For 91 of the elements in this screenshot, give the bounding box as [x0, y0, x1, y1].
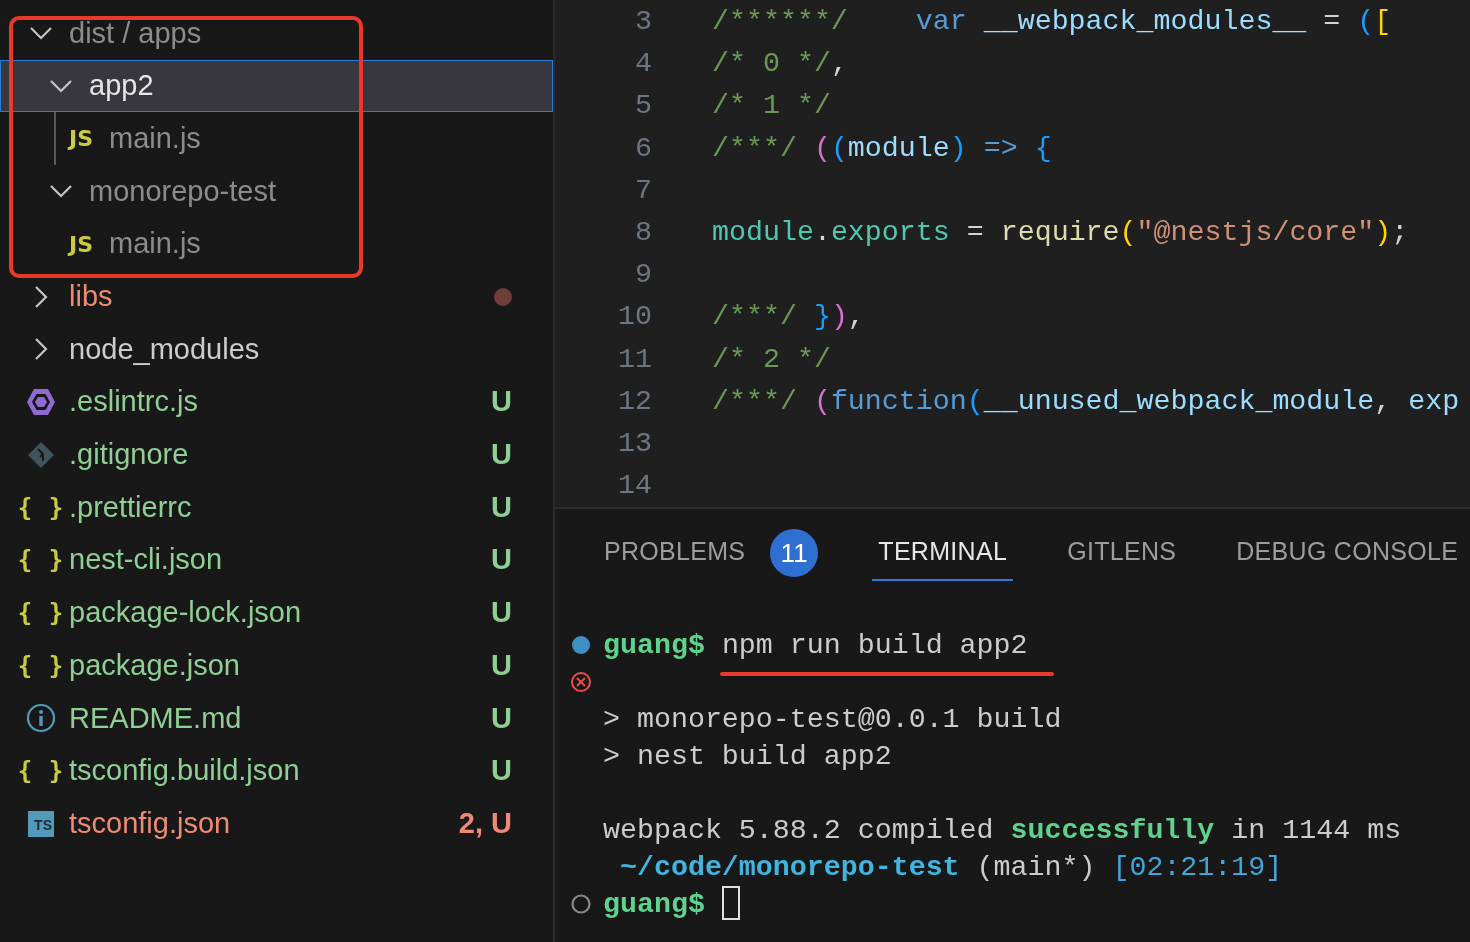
file-name: node_modules: [69, 331, 260, 367]
count-badge: 11: [770, 529, 819, 578]
git-status: U: [491, 489, 512, 525]
file-name: .prettierrc: [69, 489, 192, 525]
git-status: U: [491, 542, 512, 578]
line-number: 8: [634, 214, 652, 250]
panel-tab[interactable]: GITLENS: [1061, 509, 1183, 581]
panel-tab[interactable]: DEBUG CONSOLE: [1230, 509, 1465, 581]
status-dot-icon: [571, 635, 591, 655]
file-row[interactable]: { } tsconfig.build.json U: [0, 744, 553, 798]
hexagon-icon: [26, 388, 56, 417]
folder-row[interactable]: libs: [0, 270, 553, 324]
line-number: 4: [634, 46, 652, 82]
file-name: monorepo-test: [89, 173, 276, 209]
git-icon: [27, 440, 55, 469]
folder-row[interactable]: dist / apps: [0, 7, 553, 60]
file-row[interactable]: JS main.js: [0, 217, 553, 271]
file-name: main.js: [109, 120, 201, 156]
error-icon: [570, 671, 592, 693]
line-number: 13: [617, 425, 652, 461]
terminal-line: > monorepo-test@0.0.1 build: [603, 701, 1062, 737]
folder-row[interactable]: monorepo-test: [0, 165, 553, 218]
js-file-icon: JS: [69, 227, 93, 261]
panel-tab[interactable]: TERMINAL: [872, 509, 1014, 581]
chevron-right-icon: [34, 337, 48, 362]
terminal-line: guang$: [603, 886, 706, 922]
line-number: 3: [634, 4, 652, 39]
file-name: app2: [89, 68, 154, 104]
line-number: 14: [617, 468, 652, 504]
line-number: 9: [634, 257, 652, 293]
circle-icon: [570, 893, 592, 915]
git-status: U: [491, 700, 512, 736]
file-name: .gitignore: [69, 437, 189, 473]
file-row[interactable]: README.md U: [0, 691, 553, 745]
terminal-line: > nest build app2: [603, 738, 892, 774]
file-name: nest-cli.json: [69, 542, 223, 578]
file-row[interactable]: .eslintrc.js U: [0, 375, 553, 429]
file-name: package-lock.json: [69, 595, 302, 631]
file-name: .eslintrc.js: [69, 384, 198, 420]
terminal-line: ~/code/monorepo-test (main*) [02:21:19]: [618, 849, 1283, 885]
file-row[interactable]: { } package-lock.json U: [0, 586, 553, 640]
git-status: U: [491, 647, 512, 683]
braces-icon: { }: [17, 752, 65, 789]
file-row[interactable]: { } package.json U: [0, 639, 553, 692]
line-number: 10: [617, 299, 652, 335]
code-line: /* 0 */,: [712, 46, 848, 82]
file-name: tsconfig.build.json: [69, 753, 300, 789]
js-file-icon: JS: [69, 122, 93, 156]
panel-tab[interactable]: PROBLEMS 11: [598, 509, 825, 581]
file-row[interactable]: JS main.js: [0, 112, 553, 166]
info-icon: [26, 703, 56, 734]
folder-row[interactable]: app2: [0, 59, 553, 113]
braces-icon: { }: [17, 647, 65, 684]
terminal-line: webpack 5.88.2 compiled successfully in 1144 ms: [603, 812, 1402, 848]
file-row[interactable]: .gitignore U: [0, 428, 553, 482]
folder-row[interactable]: node_modules: [0, 323, 553, 376]
code-line: module.exports = require("@nestjs/core");: [712, 214, 1409, 250]
terminal-line: guang$ npm run build app2: [603, 626, 1028, 664]
file-row[interactable]: TS tsconfig.json 2, U: [0, 797, 553, 850]
line-number: 5: [634, 88, 652, 124]
code-line: /***/ }),: [712, 299, 865, 335]
file-name: tsconfig.json: [69, 805, 231, 841]
braces-icon: { }: [17, 542, 65, 579]
chevron-down-icon: [49, 184, 73, 199]
code-line: /* 2 */: [712, 341, 831, 377]
chevron-down-icon: [49, 79, 73, 94]
braces-icon: { }: [17, 489, 65, 526]
git-status: U: [491, 595, 512, 631]
file-row[interactable]: { } .prettierrc U: [0, 481, 553, 534]
git-status: U: [491, 437, 512, 473]
ts-file-icon: TS: [28, 810, 54, 837]
git-status: U: [491, 384, 512, 420]
line-number: 12: [617, 383, 652, 419]
file-name: libs: [69, 279, 113, 315]
file-name: dist / apps: [69, 15, 202, 51]
chevron-down-icon: [29, 26, 53, 41]
file-row[interactable]: { } nest-cli.json U: [0, 533, 553, 587]
file-name: README.md: [69, 700, 242, 736]
code-line: /***/ (function(__unused_webpack_module, exp: [712, 383, 1460, 419]
file-name: main.js: [109, 226, 201, 262]
code-line: /******/ var __webpack_modules__ = ([: [712, 4, 1392, 39]
line-number: 7: [634, 172, 652, 208]
file-name: package.json: [69, 647, 240, 683]
line-number: 11: [617, 341, 652, 377]
git-status: U: [491, 753, 512, 789]
git-status: 2, U: [458, 805, 512, 841]
line-number: 6: [634, 130, 652, 166]
braces-icon: { }: [17, 594, 65, 631]
code-line: /***/ ((module) => {: [712, 130, 1052, 166]
code-line: /* 1 */: [712, 88, 831, 124]
chevron-right-icon: [34, 284, 48, 309]
